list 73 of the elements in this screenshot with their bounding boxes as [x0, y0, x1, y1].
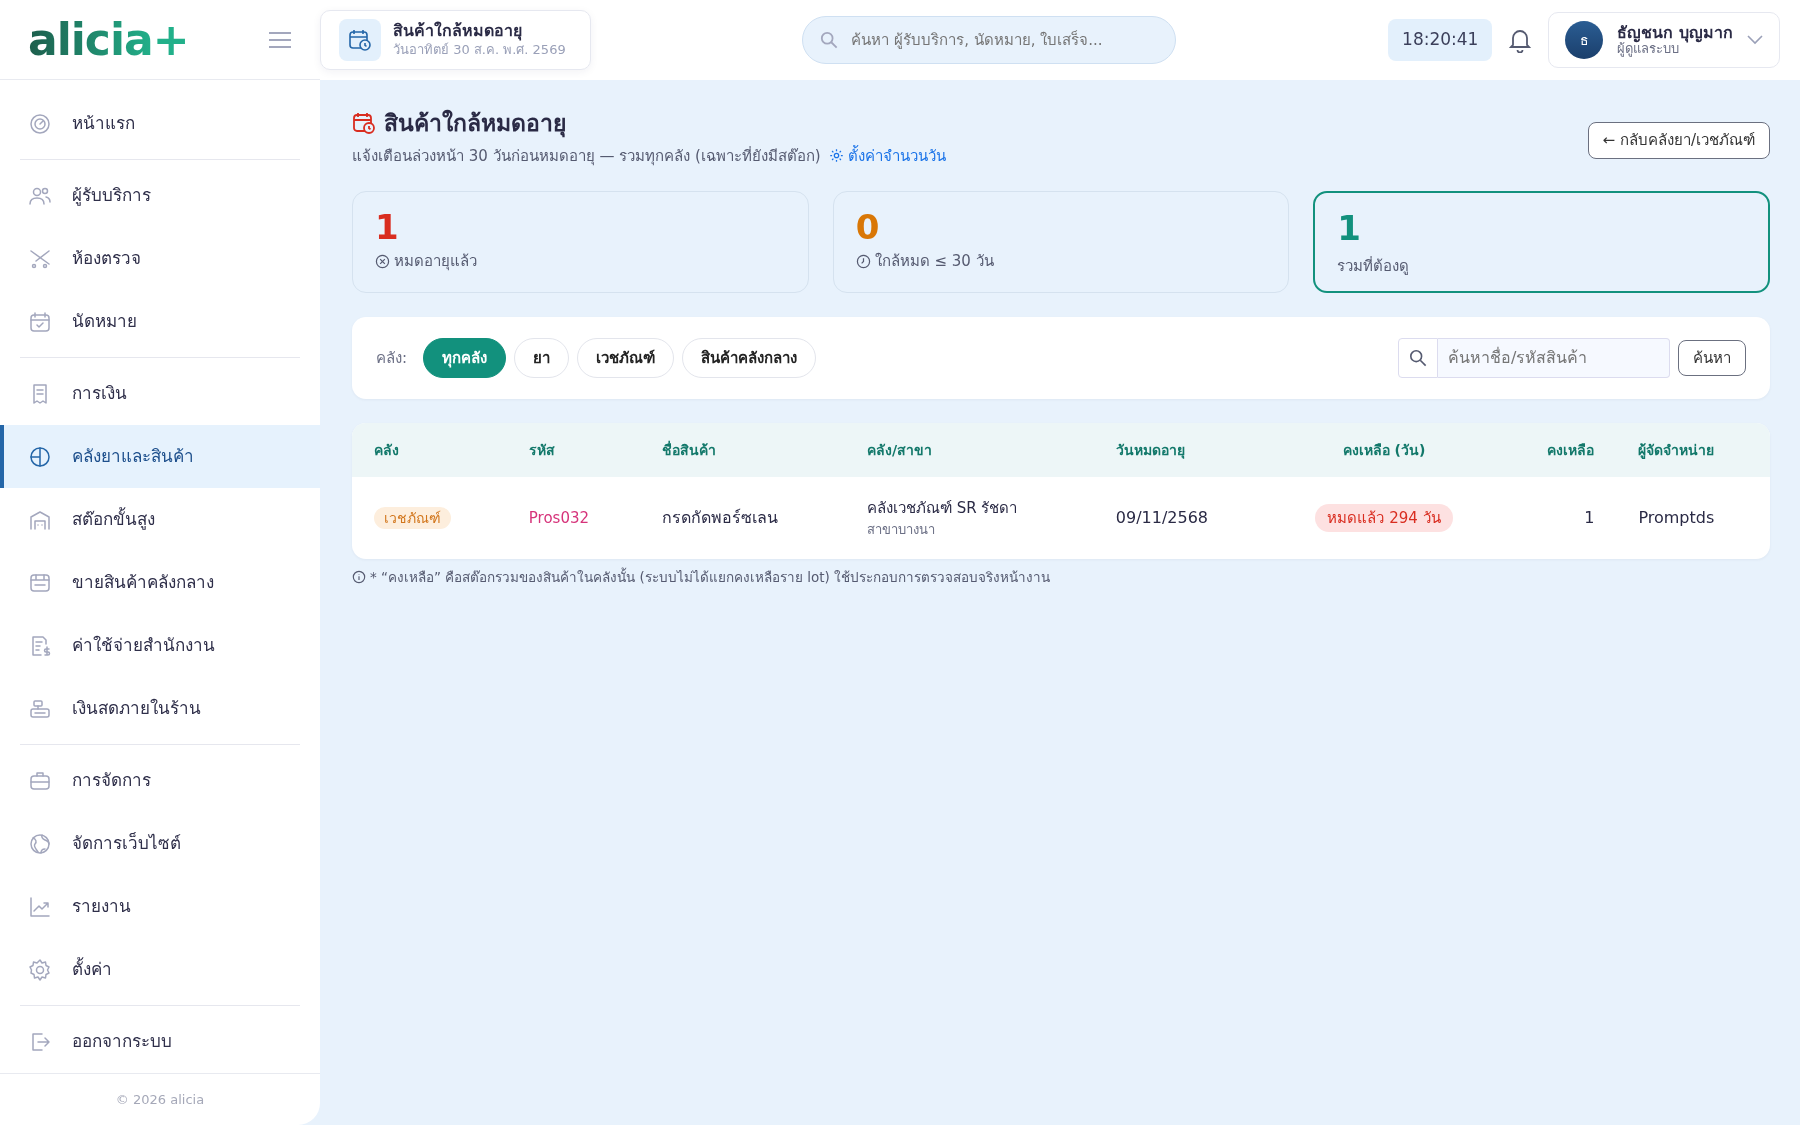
branch-name: สาขาบางนา: [866, 520, 936, 539]
globe-icon: [28, 831, 52, 856]
date-text: วันอาทิตย์ 30 ส.ค. พ.ศ. 2569: [393, 41, 566, 59]
expiry-date: 09/11/2568: [1115, 508, 1209, 527]
filter-chip[interactable]: สินค้าคลังกลาง: [682, 337, 817, 379]
calendar-clock-icon: [352, 111, 376, 136]
search-button[interactable]: ค้นหา: [1678, 339, 1746, 377]
footnote: * “คงเหลือ” คือสต๊อกรวมของสินค้าในคลังนั้น (ระบบไม่ได้แยกคงเหลือราย lot) ใช้ประกอบการตรวจสอบจริงหน้างาน: [370, 567, 1051, 587]
product-name: กรดกัดพอร์ซเลน: [662, 508, 779, 527]
column-header: คงเหลือ (วัน): [1342, 441, 1426, 458]
nav-item[interactable]: คลังยาและสินค้า: [0, 425, 320, 488]
nav-item[interactable]: นัดหมาย: [0, 290, 320, 353]
column-header: ผู้จัดจำหน่าย: [1638, 441, 1715, 458]
subtitle: แจ้งเตือนล่วงหน้า 30 วันก่อนหมดอายุ — รวมทุกคลัง (เฉพาะที่ยังมีสต๊อก): [352, 145, 821, 167]
stat-value: 0: [855, 210, 881, 244]
info-icon: [352, 570, 366, 585]
column-header: วันหมดอายุ: [1115, 441, 1185, 458]
nav-item[interactable]: เงินสดภายในร้าน: [0, 677, 320, 740]
user-name: ธัญชนก บุญมาก: [1617, 23, 1733, 43]
nav-item[interactable]: ออกจากระบบ: [0, 1010, 320, 1073]
clock: 18:20:41: [1388, 19, 1493, 61]
stat-label: หมดอายุแล้ว: [394, 251, 477, 273]
column-header: รหัส: [528, 441, 555, 458]
nav-item[interactable]: ขายสินค้าคลังกลาง: [0, 551, 320, 614]
page-title: สินค้าใกล้หมดอายุ: [393, 20, 523, 40]
nav-item[interactable]: ค่าใช้จ่ายสำนักงาน: [0, 614, 320, 677]
quantity: 1: [1584, 508, 1595, 527]
avatar: ธ: [1565, 21, 1604, 59]
back-button[interactable]: ← กลับคลังยา/เวชภัณฑ์: [1587, 122, 1770, 159]
stat-value: 1: [1337, 211, 1362, 245]
expired-pill: หมดแล้ว 294 วัน: [1315, 504, 1453, 532]
supplier: Promptds: [1638, 508, 1715, 527]
nav-item[interactable]: หน้าแรก: [0, 92, 320, 155]
nav-item[interactable]: ผู้รับบริการ: [0, 164, 320, 227]
column-header: คลัง: [374, 441, 399, 458]
nav-item[interactable]: การเงิน: [0, 362, 320, 425]
stat-value: 1: [375, 210, 400, 244]
stat-label: รวมที่ต้องดู: [1337, 255, 1410, 277]
calendar-clock-icon: [348, 28, 372, 52]
page-heading: สินค้าใกล้หมดอายุ: [384, 108, 566, 140]
filter-chip[interactable]: ทุกคลัง: [423, 337, 507, 379]
nav-item[interactable]: จัดการเว็บไซต์: [0, 812, 320, 875]
nav-item[interactable]: รายงาน: [0, 875, 320, 938]
column-header: ชื่อสินค้า: [662, 441, 717, 458]
search-icon: [1409, 349, 1427, 367]
warehouse-tag: เวชภัณฑ์: [374, 507, 451, 529]
filter-chip[interactable]: เวชภัณฑ์: [577, 337, 675, 379]
calendar-icon: [28, 309, 52, 334]
logo-plus: +: [152, 17, 190, 62]
product-search-field[interactable]: ค้นหาชื่อ/รหัสสินค้า: [1438, 338, 1670, 378]
column-header: คลัง/สาขา: [866, 441, 933, 458]
nav-item[interactable]: สต๊อกขั้นสูง: [0, 488, 320, 551]
chevron-down-icon: [1747, 35, 1763, 45]
settings-link[interactable]: ตั้งค่าจำนวนวัน: [828, 144, 946, 167]
nav-item[interactable]: ห้องตรวจ: [0, 227, 320, 290]
nav-item[interactable]: ตั้งค่า: [0, 938, 320, 1001]
filter-label: คลัง:: [376, 347, 408, 369]
stat-label: ใกล้หมด ≤ 30 วัน: [874, 251, 994, 272]
chart-icon: [28, 894, 52, 919]
filter-chip[interactable]: ยา: [514, 337, 570, 379]
bell-icon[interactable]: [1508, 27, 1533, 53]
clock-icon: [855, 253, 871, 269]
x-circle-icon: [375, 253, 390, 269]
nav-item[interactable]: การจัดการ: [0, 749, 320, 812]
column-header: คงเหลือ: [1547, 441, 1595, 458]
user-menu[interactable]: ธ ธัญชนก บุญมาก ผู้ดูแลระบบ: [1548, 12, 1780, 68]
product-code: Pros032: [528, 509, 590, 527]
copyright-text: © 2026 alicia: [0, 1073, 320, 1125]
search-field[interactable]: ค้นหา ผู้รับบริการ, นัดหมาย, ใบเสร็จ...: [802, 16, 1177, 64]
user-role: ผู้ดูแลระบบ: [1617, 42, 1680, 57]
store-name: คลังเวชภัณฑ์ SR รัชดา: [866, 498, 1019, 519]
search-icon: [820, 31, 839, 49]
gauge-icon: [28, 111, 52, 136]
